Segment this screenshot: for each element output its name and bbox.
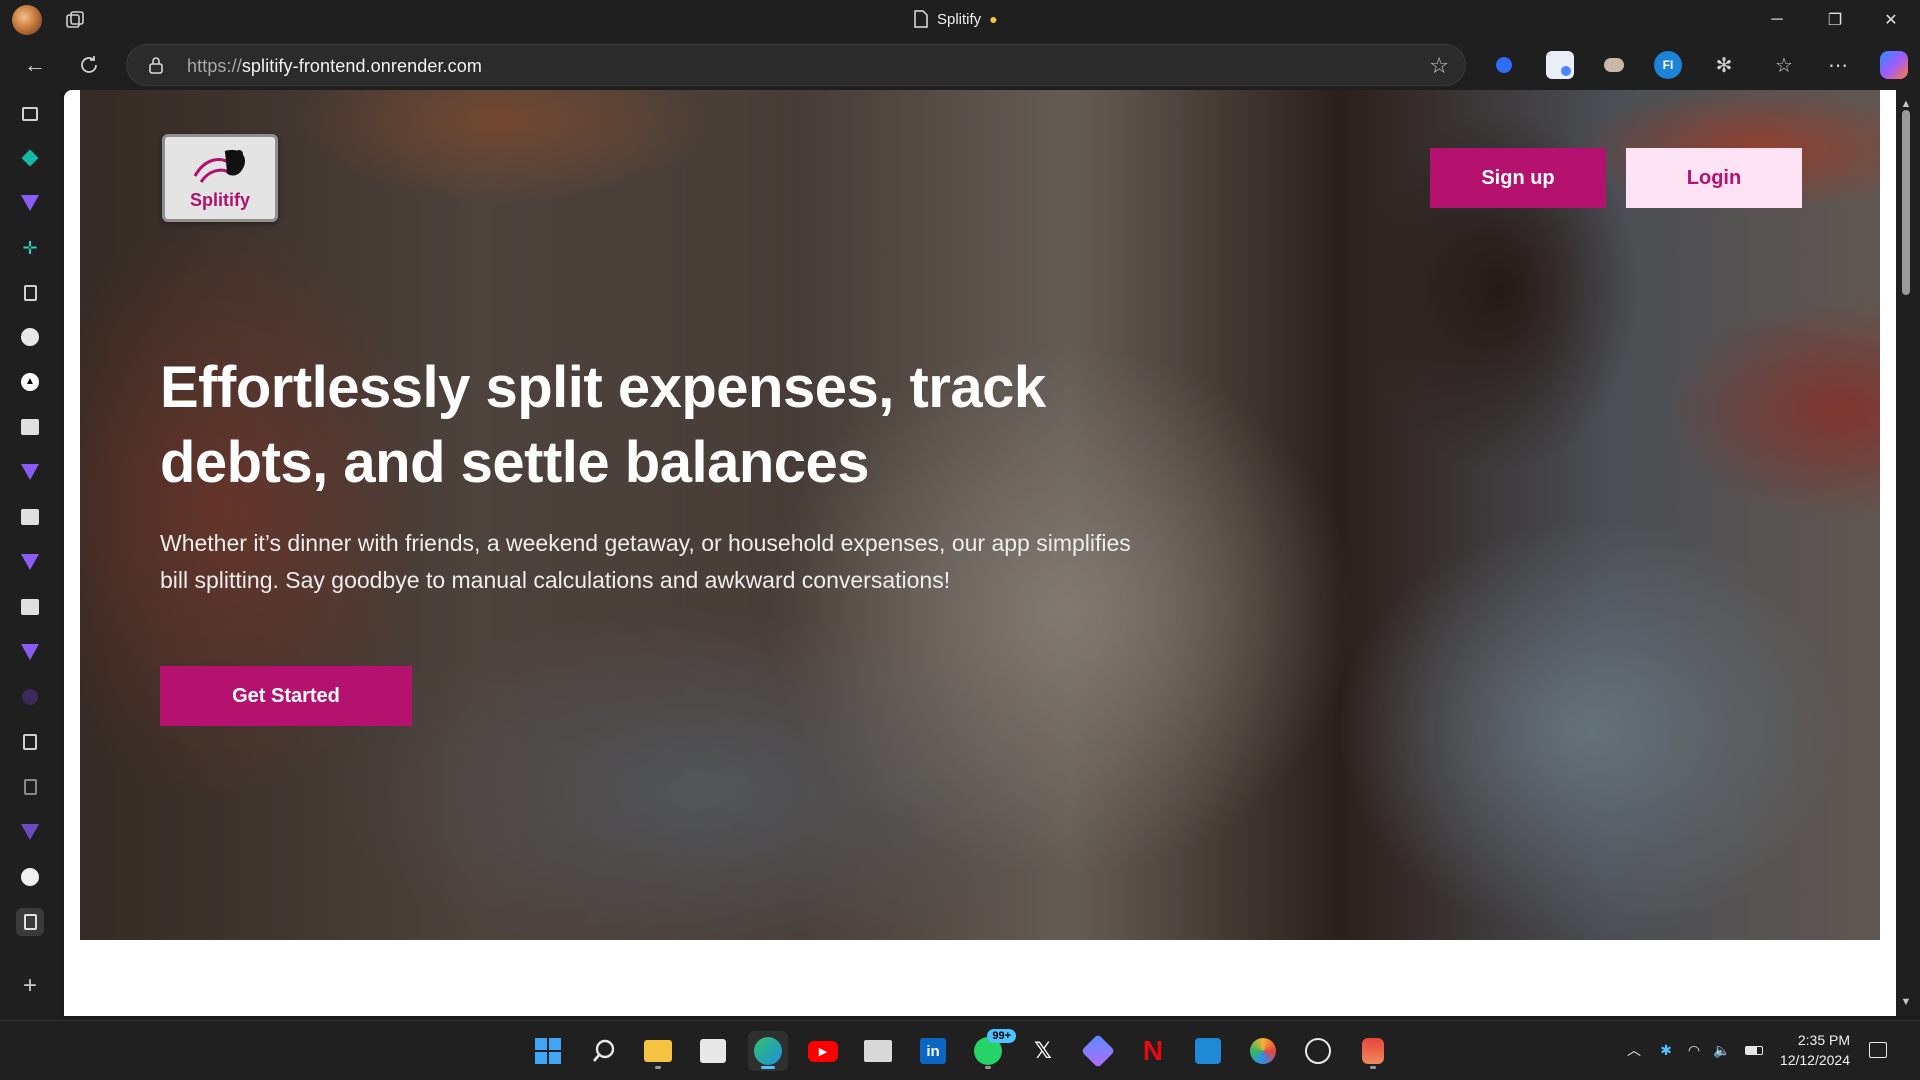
gemini-icon[interactable] xyxy=(16,638,44,666)
more-icon[interactable]: ⋯ xyxy=(1824,51,1852,79)
back-button[interactable]: ← xyxy=(20,50,50,80)
web-content: Splitify Sign up Login Effortlessly spli… xyxy=(64,90,1902,1016)
add-icon[interactable]: + xyxy=(16,972,44,1000)
file-explorer-icon[interactable] xyxy=(638,1031,678,1071)
minimize-button[interactable]: ─ xyxy=(1748,0,1806,40)
workspaces-icon[interactable] xyxy=(64,9,86,31)
picture-icon[interactable] xyxy=(16,413,44,441)
incognito-icon[interactable] xyxy=(1600,51,1628,79)
edge-icon[interactable] xyxy=(748,1031,788,1071)
battery-icon[interactable] xyxy=(1744,1040,1764,1060)
whatsapp-icon[interactable]: 99+ xyxy=(968,1029,1016,1071)
login-button[interactable]: Login xyxy=(1626,148,1802,208)
moon-icon[interactable] xyxy=(16,323,44,351)
wifi-icon[interactable]: ◠ xyxy=(1684,1040,1704,1060)
tabs-icon[interactable] xyxy=(16,100,44,128)
page-icon xyxy=(914,10,928,28)
favorite-star-icon[interactable]: ☆ xyxy=(1429,53,1449,79)
vscode-icon[interactable] xyxy=(1188,1031,1228,1071)
notifications-icon[interactable] xyxy=(1868,1040,1888,1060)
mail-icon[interactable] xyxy=(858,1031,898,1071)
record-icon[interactable] xyxy=(1490,51,1518,79)
hero-overlay xyxy=(80,90,1880,940)
youtube-icon[interactable]: ▶ xyxy=(803,1031,843,1071)
reload-button[interactable] xyxy=(74,50,104,80)
show-hidden-icons-chevron-icon[interactable]: ︿ xyxy=(1624,1040,1644,1060)
browser-toolbar: ← https://splitify-frontend.onrender.com… xyxy=(0,40,1920,90)
profile-avatar[interactable] xyxy=(12,5,42,35)
clock[interactable]: 2:35 PM 12/12/2024 xyxy=(1772,1030,1850,1070)
favorites-icon[interactable]: ☆ xyxy=(1770,51,1798,79)
copilot-icon[interactable] xyxy=(1880,51,1908,79)
logo-text: Splitify xyxy=(189,189,250,210)
running-indicator xyxy=(985,1066,991,1069)
diamond-icon[interactable] xyxy=(16,144,44,172)
close-window-button[interactable]: ✕ xyxy=(1862,0,1920,40)
gemini-icon[interactable] xyxy=(16,458,44,486)
hero-headline: Effortlessly split expenses, track debts… xyxy=(160,355,1046,495)
browser-title-bar: Splitify ● ─ ❐ ✕ xyxy=(0,0,1920,40)
edit-icon[interactable] xyxy=(1546,51,1574,79)
tab-title[interactable]: Splitify ● xyxy=(913,10,998,28)
scroll-down-arrow-icon[interactable]: ▼ xyxy=(1899,996,1913,1008)
page-icon[interactable] xyxy=(16,279,44,307)
triangle-icon[interactable]: ▲ xyxy=(16,368,44,396)
hero-section: Splitify Sign up Login Effortlessly spli… xyxy=(80,90,1880,940)
bluetooth-icon[interactable]: ✱ xyxy=(1656,1040,1676,1060)
sparkle-icon[interactable]: ✛ xyxy=(16,234,44,262)
github-icon[interactable] xyxy=(16,863,44,891)
lock-icon[interactable] xyxy=(147,56,165,74)
search-icon[interactable] xyxy=(584,1031,624,1071)
page-icon[interactable] xyxy=(16,908,44,936)
address-bar[interactable]: https://splitify-frontend.onrender.com ☆ xyxy=(126,44,1466,86)
windows-start-icon[interactable] xyxy=(528,1031,568,1071)
copilot-app-icon[interactable] xyxy=(1078,1031,1118,1071)
puzzle-icon[interactable]: ✻ xyxy=(1710,51,1738,79)
chatgpt-icon[interactable] xyxy=(1298,1031,1338,1071)
notification-badge: 99+ xyxy=(987,1029,1016,1043)
logo-mark-icon xyxy=(193,149,245,183)
vertical-sidebar: ✛ ▲ + xyxy=(0,90,60,1020)
snipping-tool-icon[interactable] xyxy=(1353,1031,1393,1071)
running-indicator xyxy=(1370,1066,1376,1069)
picture-icon[interactable] xyxy=(16,593,44,621)
desktop-screen: Splitify ● ─ ❐ ✕ ← https://splitify-fron… xyxy=(0,0,1920,1080)
picture-icon[interactable] xyxy=(16,503,44,531)
gemini-icon[interactable] xyxy=(16,818,44,846)
clock-date: 12/12/2024 xyxy=(1779,1052,1850,1068)
running-indicator xyxy=(655,1066,661,1069)
gemini-icon[interactable] xyxy=(16,548,44,576)
photos-icon[interactable] xyxy=(1243,1031,1283,1071)
scroll-thumb[interactable] xyxy=(1902,110,1910,295)
active-indicator xyxy=(761,1066,775,1069)
hand-emoji-icon: ● xyxy=(989,11,998,27)
netflix-icon[interactable]: N xyxy=(1133,1031,1173,1071)
fi-icon[interactable]: FI xyxy=(1654,51,1682,79)
circle-icon[interactable] xyxy=(16,683,44,711)
store-icon[interactable] xyxy=(693,1031,733,1071)
gemini-icon[interactable] xyxy=(16,189,44,217)
badge-page-icon[interactable] xyxy=(16,728,44,756)
signup-button[interactable]: Sign up xyxy=(1430,148,1606,208)
tab-title-text: Splitify xyxy=(937,10,982,28)
volume-icon[interactable]: 🔈 xyxy=(1712,1040,1732,1060)
clock-time: 2:35 PM xyxy=(1797,1032,1850,1048)
get-started-button[interactable]: Get Started xyxy=(160,666,412,726)
reload-icon xyxy=(81,56,97,73)
restore-button[interactable]: ❐ xyxy=(1806,0,1864,40)
scroll-up-arrow-icon[interactable]: ▲ xyxy=(1899,98,1913,110)
x-icon[interactable]: 𝕏 xyxy=(1023,1031,1063,1071)
linkedin-icon[interactable]: in xyxy=(913,1031,953,1071)
page-icon[interactable] xyxy=(16,773,44,801)
splitify-logo[interactable]: Splitify xyxy=(162,134,278,222)
hero-subtext: Whether it’s dinner with friends, a week… xyxy=(160,530,1131,593)
url-text[interactable]: https://splitify-frontend.onrender.com xyxy=(187,56,482,77)
